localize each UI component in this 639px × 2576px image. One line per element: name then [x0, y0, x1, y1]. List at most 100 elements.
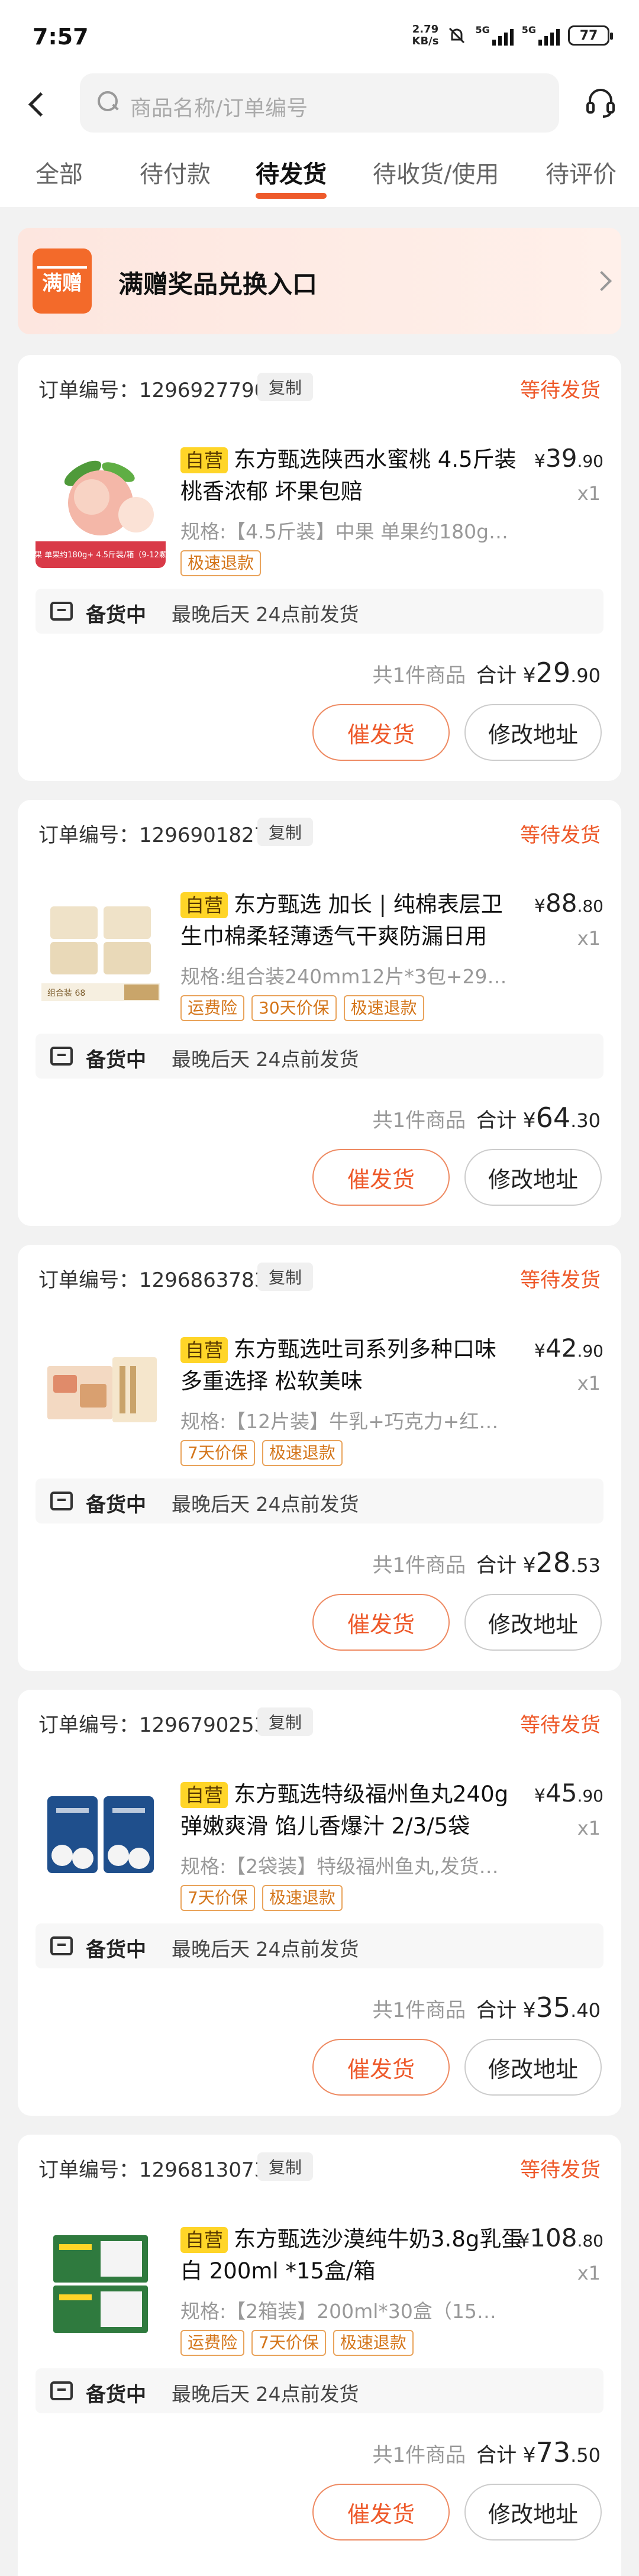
change-address-button[interactable]: 修改地址 [464, 2484, 602, 2541]
service-tag: 运费险 [180, 995, 245, 1021]
network-speed: 2.79 KB/s [412, 23, 439, 47]
tab-all[interactable]: 全部 [36, 155, 83, 189]
service-tag: 极速退款 [262, 1440, 343, 1466]
muted-bell-icon [449, 27, 465, 44]
service-tag: 30天价保 [251, 995, 337, 1021]
image-caption: 组合装 68 [47, 989, 85, 998]
self-run-badge: 自营 [180, 2227, 228, 2253]
change-address-button[interactable]: 修改地址 [464, 2039, 602, 2096]
service-tag: 极速退款 [333, 2330, 414, 2356]
product-price: ¥108.80 [518, 2223, 604, 2252]
tab-pending-payment[interactable]: 待付款 [140, 155, 211, 189]
box-icon [50, 1492, 73, 1510]
product-title[interactable]: 自营 东方甄选陕西水蜜桃 4.5斤装 桃香浓郁 坏果包赔 [180, 444, 524, 508]
change-address-button[interactable]: 修改地址 [464, 1594, 602, 1651]
prep-label: 备货中 [86, 1493, 146, 1517]
customer-service-icon[interactable] [583, 85, 618, 121]
milk-image [36, 2217, 166, 2348]
order-status: 等待发货 [520, 824, 601, 847]
product-spec: 规格:【2箱装】200ml*30盒（15盒/... [180, 2300, 512, 2323]
order-total: 共1件商品 合计 ¥29.90 [372, 657, 601, 689]
product-spec: 规格:【4.5斤装】中果 单果约180g+... [180, 520, 512, 543]
copy-button[interactable]: 复制 [257, 2152, 313, 2181]
urge-shipment-button[interactable]: 催发货 [312, 2039, 450, 2096]
box-icon [50, 1047, 73, 1066]
prep-label: 备货中 [86, 1938, 146, 1962]
fishball-image [36, 1773, 166, 1903]
urge-shipment-button[interactable]: 催发货 [312, 704, 450, 761]
order-total: 共1件商品 合计 ¥35.40 [372, 1991, 601, 2023]
search-placeholder: 商品名称/订单编号 [130, 96, 308, 121]
copy-button[interactable]: 复制 [257, 1707, 313, 1736]
tab-pending-shipment[interactable]: 待发货 [256, 155, 327, 199]
urge-shipment-button[interactable]: 催发货 [312, 1149, 450, 1206]
prep-label: 备货中 [86, 1048, 146, 1072]
service-tag: 极速退款 [180, 550, 262, 576]
prep-deadline: 最晚后天 24点前发货 [172, 603, 359, 626]
service-tags: 极速退款 [180, 550, 262, 576]
product-image[interactable]: 中果 单果约180g+ 4.5斤装/箱（9-12颗） [36, 438, 166, 568]
tab-pending-review[interactable]: 待评价 [546, 155, 617, 189]
shipping-status-bar: 备货中 最晚后天 24点前发货 [36, 1479, 604, 1523]
product-image[interactable] [36, 2217, 166, 2348]
signal-icon-1: 5G [475, 25, 514, 46]
service-tag: 极速退款 [262, 1885, 343, 1911]
product-quantity: x1 [577, 2262, 601, 2284]
order-card: 订单编号：1296863783... 复制 等待发货 自营 东方甄选吐司系列多种口… [18, 1245, 621, 1671]
product-price: ¥39.90 [534, 444, 604, 473]
product-quantity: x1 [577, 927, 601, 950]
product-title[interactable]: 自营 东方甄选特级福州鱼丸240g 弹嫩爽滑 馅儿香爆汁 2/3/5袋 [180, 1778, 524, 1842]
order-number: 订单编号：1296790253... [38, 1713, 286, 1737]
order-status: 等待发货 [520, 1713, 601, 1737]
product-title[interactable]: 自营 东方甄选吐司系列多种口味 多重选择 松软美味 [180, 1334, 524, 1397]
prep-deadline: 最晚后天 24点前发货 [172, 2383, 359, 2406]
product-quantity: x1 [577, 482, 601, 505]
product-image[interactable]: 组合装 68 [36, 883, 166, 1013]
pad-pack-image: 组合装 68 [36, 883, 166, 1013]
product-image[interactable] [36, 1773, 166, 1903]
box-icon [50, 1936, 73, 1955]
self-run-badge: 自营 [180, 1782, 228, 1808]
urge-shipment-button[interactable]: 催发货 [312, 1594, 450, 1651]
copy-button[interactable]: 复制 [257, 818, 313, 846]
signal-icon-2: 5G [522, 25, 560, 46]
copy-button[interactable]: 复制 [257, 373, 313, 401]
urge-shipment-button[interactable]: 催发货 [312, 2484, 450, 2541]
prep-deadline: 最晚后天 24点前发货 [172, 1493, 359, 1516]
order-card: 订单编号：1296927790... 复制 等待发货 中果 单果约180g+ 4… [18, 355, 621, 781]
product-spec: 规格:【12片装】牛乳+巧克力+红豆吐... [180, 1410, 512, 1433]
box-icon [50, 2381, 73, 2400]
self-run-badge: 自营 [180, 447, 228, 473]
prep-deadline: 最晚后天 24点前发货 [172, 1048, 359, 1071]
search-header: 商品名称/订单编号 [0, 69, 639, 140]
copy-button[interactable]: 复制 [257, 1263, 313, 1291]
order-total: 共1件商品 合计 ¥73.50 [372, 2436, 601, 2468]
chevron-right-icon [592, 271, 612, 291]
service-tags: 运费险 30天价保 极速退款 [180, 995, 424, 1021]
order-number: 订单编号：1296901827... [38, 824, 286, 847]
prep-deadline: 最晚后天 24点前发货 [172, 1938, 359, 1961]
change-address-button[interactable]: 修改地址 [464, 1149, 602, 1206]
toast-image [36, 1328, 166, 1458]
change-address-button[interactable]: 修改地址 [464, 704, 602, 761]
self-run-badge: 自营 [180, 892, 228, 918]
service-tag: 7天价保 [180, 1885, 255, 1911]
prep-label: 备货中 [86, 2383, 146, 2407]
order-card: 订单编号：1296813073... 复制 等待发货 自营 东方甄选沙漠纯牛奶3.… [18, 2135, 621, 2576]
product-title[interactable]: 自营 东方甄选 加长 | 纯棉表层卫生巾棉柔轻薄透气干爽防漏日用 [180, 889, 524, 953]
tab-pending-receipt[interactable]: 待收货/使用 [373, 155, 499, 189]
product-spec: 规格:组合装240mm12片*3包+290m... [180, 965, 512, 988]
order-status: 等待发货 [520, 1268, 601, 1292]
shipping-status-bar: 备货中 最晚后天 24点前发货 [36, 589, 604, 634]
order-status: 等待发货 [520, 379, 601, 402]
active-tab-indicator [256, 193, 327, 199]
search-input[interactable]: 商品名称/订单编号 [80, 73, 559, 133]
order-card: 订单编号：1296901827... 复制 等待发货 组合装 68 自营 东方甄选… [18, 800, 621, 1226]
image-caption: 中果 单果约180g+ 4.5斤装/箱（9-12颗） [36, 550, 166, 560]
status-icons: 2.79 KB/s 5G 5G 77 [412, 23, 613, 47]
order-card: 订单编号：1296790253... 复制 等待发货 自营 东方甄选特级福州鱼丸2… [18, 1690, 621, 2116]
product-title[interactable]: 自营 东方甄选沙漠纯牛奶3.8g乳蛋白 200ml *15盒/箱 [180, 2223, 524, 2287]
product-image[interactable] [36, 1328, 166, 1458]
back-icon[interactable] [24, 89, 53, 118]
gift-redeem-banner[interactable]: 满赠 满赠奖品兑换入口 [18, 228, 621, 334]
